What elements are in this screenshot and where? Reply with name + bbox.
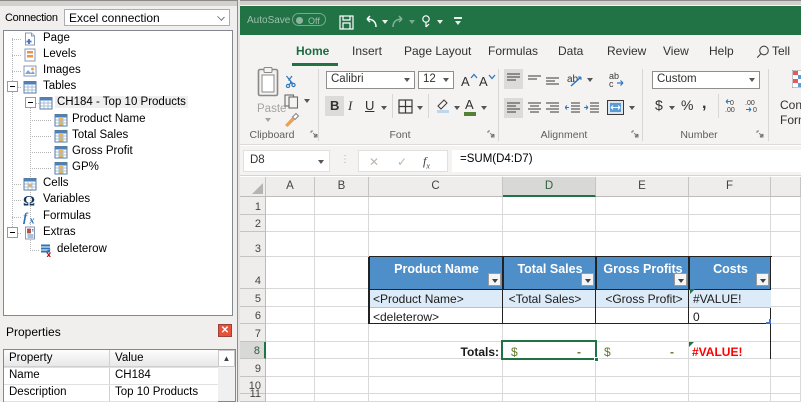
svg-text:.00: .00 <box>725 107 735 113</box>
svg-text:Ω: Ω <box>23 194 35 208</box>
svg-text:f: f <box>23 210 29 224</box>
svg-text:c: c <box>609 79 614 88</box>
svg-text:0: 0 <box>753 107 757 113</box>
svg-text:ab: ab <box>567 74 579 85</box>
svg-text:x: x <box>29 216 35 225</box>
svg-text:.00: .00 <box>745 100 755 107</box>
svg-text:x: x <box>46 250 51 258</box>
